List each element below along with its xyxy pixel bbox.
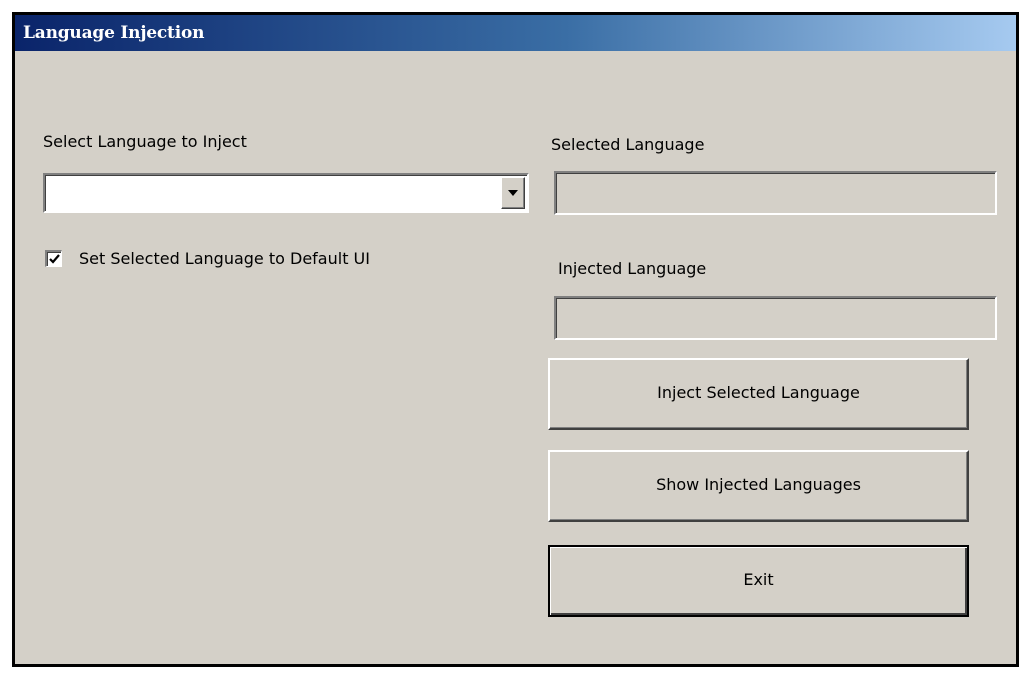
default-ui-checkbox-label: Set Selected Language to Default UI [79, 249, 370, 268]
inject-selected-language-button[interactable]: Inject Selected Language [548, 358, 969, 430]
default-ui-checkbox[interactable] [45, 250, 62, 267]
select-language-label: Select Language to Inject [43, 132, 247, 151]
language-injection-window: Language Injection Select Language to In… [12, 12, 1019, 667]
injected-language-field[interactable] [554, 296, 997, 340]
injected-language-label: Injected Language [558, 259, 707, 278]
selected-language-field[interactable] [554, 171, 997, 215]
show-injected-languages-button[interactable]: Show Injected Languages [548, 450, 969, 522]
language-select-dropdown[interactable] [43, 173, 529, 213]
selected-language-label: Selected Language [551, 135, 705, 154]
dropdown-button[interactable] [501, 177, 525, 209]
checkmark-icon [49, 254, 60, 264]
chevron-down-icon [508, 190, 518, 196]
title-bar[interactable]: Language Injection [15, 15, 1016, 51]
window-title: Language Injection [23, 23, 205, 43]
exit-button[interactable]: Exit [548, 545, 969, 617]
